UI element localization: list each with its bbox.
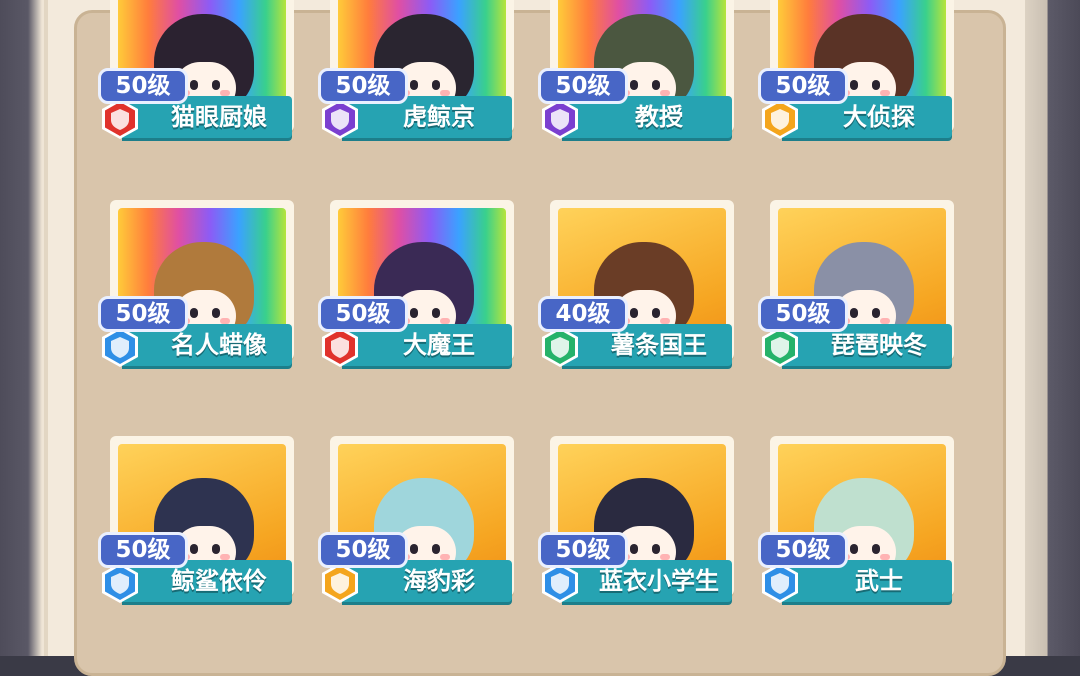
rank-shield-icon xyxy=(540,562,580,604)
character-card[interactable]: 大侦探 50级 xyxy=(758,0,962,152)
character-card[interactable]: 薯条国王 40级 xyxy=(538,200,742,380)
character-card[interactable]: 猫眼厨娘 50级 xyxy=(98,0,302,152)
rank-shield-icon xyxy=(760,562,800,604)
level-badge: 50级 xyxy=(98,68,188,104)
rank-shield-icon xyxy=(320,98,360,140)
level-badge: 50级 xyxy=(318,532,408,568)
character-card[interactable]: 蓝衣小学生 50级 xyxy=(538,436,742,616)
character-card[interactable]: 名人蜡像 50级 xyxy=(98,200,302,380)
rank-shield-icon xyxy=(760,98,800,140)
character-card[interactable]: 琵琶映冬 50级 xyxy=(758,200,962,380)
character-card[interactable]: 大魔王 50级 xyxy=(318,200,522,380)
rank-shield-icon xyxy=(100,562,140,604)
level-badge: 50级 xyxy=(538,68,628,104)
character-card[interactable]: 虎鲸京 50级 xyxy=(318,0,522,152)
character-card[interactable]: 教授 50级 xyxy=(538,0,742,152)
level-badge: 50级 xyxy=(758,68,848,104)
character-card[interactable]: 鲸鲨依伶 50级 xyxy=(98,436,302,616)
rank-shield-icon xyxy=(540,98,580,140)
rank-shield-icon xyxy=(760,326,800,368)
level-badge: 50级 xyxy=(758,296,848,332)
rank-shield-icon xyxy=(320,326,360,368)
level-badge: 40级 xyxy=(538,296,628,332)
rank-shield-icon xyxy=(100,98,140,140)
level-badge: 50级 xyxy=(98,532,188,568)
level-badge: 50级 xyxy=(318,68,408,104)
character-card[interactable]: 海豹彩 50级 xyxy=(318,436,522,616)
rank-shield-icon xyxy=(540,326,580,368)
page-right-edge xyxy=(1025,0,1080,656)
level-badge: 50级 xyxy=(98,296,188,332)
level-badge: 50级 xyxy=(758,532,848,568)
character-card[interactable]: 武士 50级 xyxy=(758,436,962,616)
rank-shield-icon xyxy=(100,326,140,368)
level-badge: 50级 xyxy=(538,532,628,568)
level-badge: 50级 xyxy=(318,296,408,332)
rank-shield-icon xyxy=(320,562,360,604)
